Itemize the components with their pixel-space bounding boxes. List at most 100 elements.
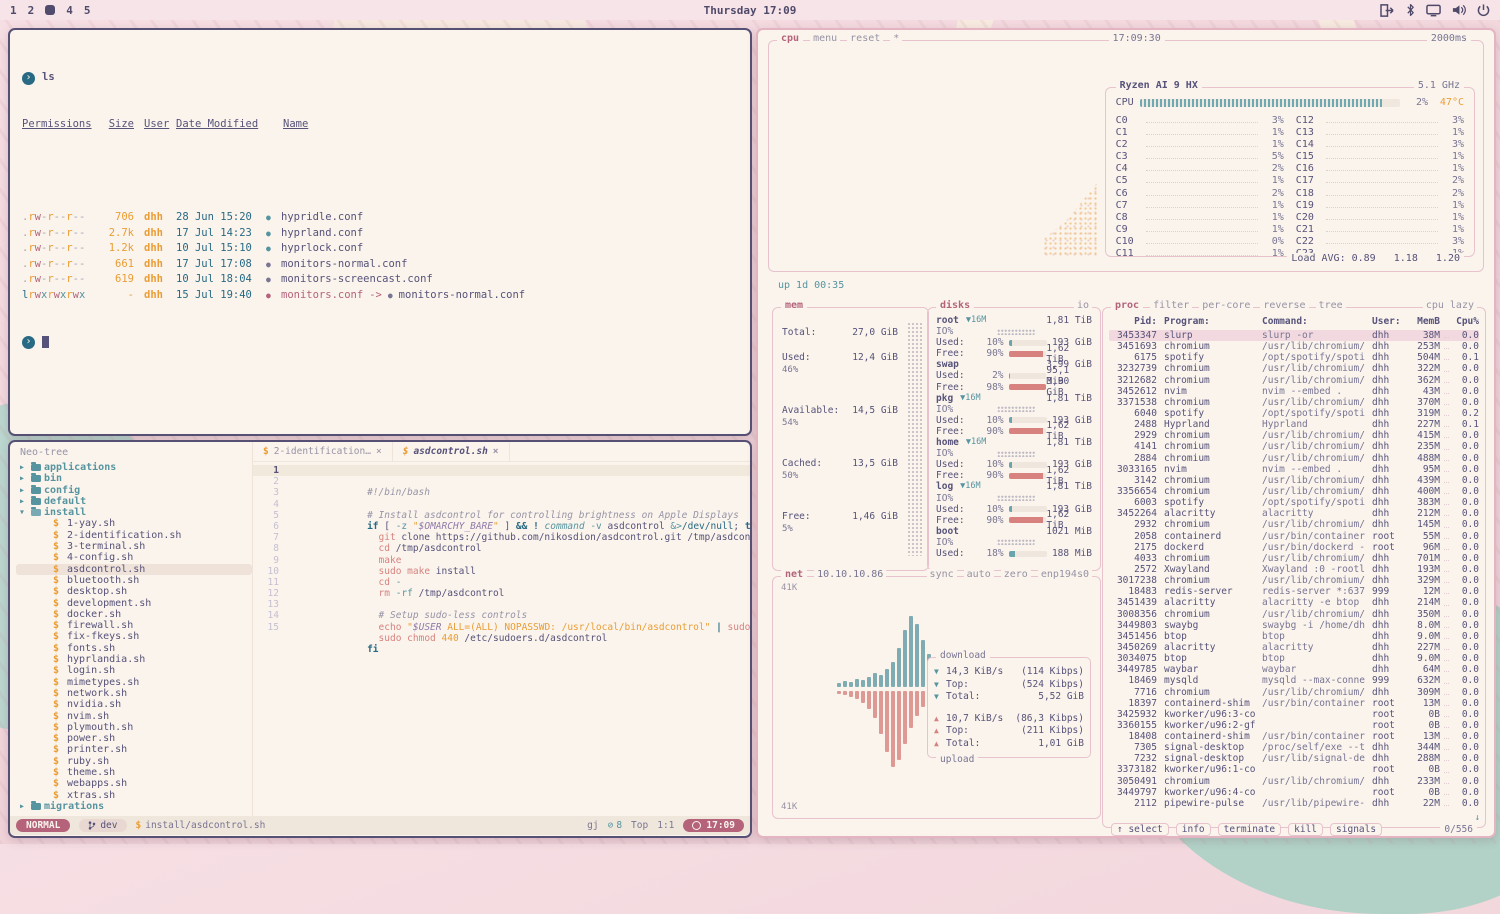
- process-row[interactable]: 3008356 chromium /usr/lib/chromium/ dhh …: [1109, 609, 1479, 620]
- terminal-window[interactable]: › ls Permissions Size User Date Modified…: [8, 28, 752, 436]
- tree-item[interactable]: $ asdcontrol.sh: [16, 564, 252, 575]
- bluetooth-icon[interactable]: [1406, 3, 1415, 17]
- cpu-option-button[interactable]: *: [890, 33, 902, 44]
- process-row[interactable]: 3373182 kworker/u96:1-co root 0B 0.0: [1109, 764, 1479, 775]
- editor-tab[interactable]: $ 2-identification… ×: [253, 442, 393, 461]
- col-header-user[interactable]: User:: [1372, 316, 1404, 330]
- tree-item[interactable]: $ fix-fkeys.sh: [16, 631, 252, 642]
- process-row[interactable]: 7305 signal-desktop /proc/self/exe --t d…: [1109, 742, 1479, 753]
- tree-item[interactable]: $ docker.sh: [16, 609, 252, 620]
- tree-item[interactable]: $ bluetooth.sh: [16, 575, 252, 586]
- process-row[interactable]: 4141 chromium /usr/lib/chromium/ dhh 235…: [1109, 441, 1479, 452]
- process-row[interactable]: 3451693 chromium /usr/lib/chromium/ dhh …: [1109, 341, 1479, 352]
- process-row[interactable]: 3212682 chromium /usr/lib/chromium/ dhh …: [1109, 375, 1479, 386]
- process-action-button[interactable]: terminate: [1218, 823, 1281, 836]
- code-buffer[interactable]: 1 #!/bin/bash 2 3: [253, 462, 750, 816]
- process-row[interactable]: 3449785 waybar waybar dhh 64M 0.0: [1109, 664, 1479, 675]
- process-row[interactable]: 2929 chromium /usr/lib/chromium/ dhh 415…: [1109, 430, 1479, 441]
- process-row[interactable]: 3451439 alacritty alacritty -e btop dhh …: [1109, 597, 1479, 608]
- process-row[interactable]: 2884 chromium /usr/lib/chromium/ dhh 488…: [1109, 453, 1479, 464]
- tree-item[interactable]: $ nvim.sh: [16, 711, 252, 722]
- process-row[interactable]: 3050491 chromium /usr/lib/chromium/ dhh …: [1109, 776, 1479, 787]
- tree-item[interactable]: ▶ bin: [16, 473, 252, 484]
- disks-io-toggle[interactable]: io: [1074, 300, 1092, 311]
- network-option-button[interactable]: auto: [964, 569, 994, 580]
- workspace-button[interactable]: 5: [84, 4, 91, 17]
- process-row[interactable]: 2175 dockerd /usr/bin/dockerd - root 96M…: [1109, 542, 1479, 553]
- process-action-button[interactable]: ↑ select: [1111, 823, 1169, 836]
- network-option-button[interactable]: enp194s0: [1038, 569, 1092, 580]
- tree-item[interactable]: $ theme.sh: [16, 767, 252, 778]
- col-header-cpu[interactable]: Cpu%: [1453, 316, 1479, 330]
- process-row[interactable]: 3451456 btop btop dhh 9.0M 0.0: [1109, 631, 1479, 642]
- tree-item[interactable]: ▶ config: [16, 485, 252, 496]
- display-icon[interactable]: [1426, 4, 1441, 17]
- cpu-option-button[interactable]: reset: [847, 33, 883, 44]
- process-row[interactable]: 6003 spotify /opt/spotify/spoti dhh 383M…: [1109, 497, 1479, 508]
- process-row[interactable]: 3449803 swaybg swaybg -i /home/dh dhh 8.…: [1109, 620, 1479, 631]
- tree-item[interactable]: $ login.sh: [16, 665, 252, 676]
- tree-item[interactable]: $ fonts.sh: [16, 643, 252, 654]
- cpu-option-button[interactable]: menu: [810, 33, 840, 44]
- tree-item[interactable]: $ firewall.sh: [16, 620, 252, 631]
- process-row[interactable]: 3452264 alacritty alacritty dhh 212M 0.0: [1109, 508, 1479, 519]
- col-header-command[interactable]: Command:: [1262, 316, 1372, 330]
- process-row[interactable]: 7716 chromium /usr/lib/chromium/ dhh 309…: [1109, 687, 1479, 698]
- workspace-button[interactable]: 1: [10, 4, 17, 17]
- process-action-button[interactable]: info: [1176, 823, 1211, 836]
- tree-expander-icon[interactable]: ▼: [20, 507, 31, 518]
- tree-item[interactable]: $ nvidia.sh: [16, 699, 252, 710]
- process-row[interactable]: 3449797 kworker/u96:4-co root 0B 0.0: [1109, 787, 1479, 798]
- network-option-button[interactable]: sync: [927, 569, 957, 580]
- process-row[interactable]: 3033165 nvim nvim --embed . dhh 95M 0.0: [1109, 464, 1479, 475]
- workspace-button[interactable]: 2: [28, 4, 35, 17]
- process-row[interactable]: 18408 containerd-shim /usr/bin/container…: [1109, 731, 1479, 742]
- tree-item[interactable]: $ 1-yay.sh: [16, 518, 252, 529]
- process-option-button[interactable]: tree: [1316, 300, 1346, 311]
- neovim-window[interactable]: Neo-tree ▶ applications ▶ bin ▶: [8, 440, 752, 838]
- process-row[interactable]: 3453347 slurp slurp -or dhh 38M 0.0: [1109, 330, 1479, 341]
- tree-item[interactable]: ▶ migrations: [16, 801, 252, 812]
- process-row[interactable]: 18397 containerd-shim /usr/bin/container…: [1109, 698, 1479, 709]
- process-row[interactable]: 7232 signal-desktop /usr/lib/signal-de d…: [1109, 753, 1479, 764]
- tree-item[interactable]: $ power.sh: [16, 733, 252, 744]
- tab-close-icon[interactable]: ×: [376, 446, 382, 457]
- process-row[interactable]: 3360155 kworker/u96:2-gf root 0B 0.0: [1109, 720, 1479, 731]
- tree-item[interactable]: ▼ install: [16, 507, 252, 518]
- tree-item[interactable]: $ network.sh: [16, 688, 252, 699]
- process-row[interactable]: 2572 Xwayland Xwayland :0 -rootl dhh 193…: [1109, 564, 1479, 575]
- tree-item[interactable]: $ xtras.sh: [16, 790, 252, 801]
- process-row[interactable]: 6175 spotify /opt/spotify/spoti dhh 504M…: [1109, 352, 1479, 363]
- process-row[interactable]: 3356654 chromium /usr/lib/chromium/ dhh …: [1109, 486, 1479, 497]
- tree-item[interactable]: $ hyprlandia.sh: [16, 654, 252, 665]
- workspace-button[interactable]: 4: [66, 4, 73, 17]
- tree-item[interactable]: $ 2-identification.sh: [16, 530, 252, 541]
- editor-tab[interactable]: $ asdcontrol.sh ×: [393, 442, 510, 461]
- process-row[interactable]: 2112 pipewire-pulse /usr/lib/pipewire- d…: [1109, 798, 1479, 809]
- network-option-button[interactable]: zero: [1001, 569, 1031, 580]
- tree-item[interactable]: $ 3-terminal.sh: [16, 541, 252, 552]
- scroll-down-icon[interactable]: ↓: [1475, 813, 1480, 823]
- process-row[interactable]: 3371538 chromium /usr/lib/chromium/ dhh …: [1109, 397, 1479, 408]
- tree-expander-icon[interactable]: ▶: [20, 801, 31, 812]
- tree-item[interactable]: $ development.sh: [16, 598, 252, 609]
- process-row[interactable]: 3142 chromium /usr/lib/chromium/ dhh 439…: [1109, 475, 1479, 486]
- process-action-button[interactable]: signals: [1330, 823, 1382, 836]
- process-row[interactable]: 6040 spotify /opt/spotify/spoti dhh 319M…: [1109, 408, 1479, 419]
- process-row[interactable]: 4033 chromium /usr/lib/chromium/ dhh 701…: [1109, 553, 1479, 564]
- tree-expander-icon[interactable]: ▶: [20, 462, 31, 473]
- process-row[interactable]: 3017238 chromium /usr/lib/chromium/ dhh …: [1109, 575, 1479, 586]
- process-option-button[interactable]: per-core: [1199, 300, 1253, 311]
- process-row[interactable]: 3425932 kworker/u96:3-co root 0B 0.0: [1109, 709, 1479, 720]
- tree-item[interactable]: $ ruby.sh: [16, 756, 252, 767]
- col-header-pid[interactable]: Pid:: [1109, 316, 1164, 330]
- process-row[interactable]: 2488 Hyprland Hyprland dhh 227M 0.1: [1109, 419, 1479, 430]
- process-row[interactable]: 3034075 btop btop dhh 9.0M 0.0: [1109, 653, 1479, 664]
- process-option-button[interactable]: reverse: [1260, 300, 1308, 311]
- process-row[interactable]: 2932 chromium /usr/lib/chromium/ dhh 145…: [1109, 519, 1479, 530]
- tree-item[interactable]: ▶ applications: [16, 462, 252, 473]
- process-row[interactable]: 3232739 chromium /usr/lib/chromium/ dhh …: [1109, 363, 1479, 374]
- logout-icon[interactable]: [1380, 4, 1395, 17]
- tree-item[interactable]: $ desktop.sh: [16, 586, 252, 597]
- btop-window[interactable]: cpu menureset* 17:09:30 2000ms Ryzen AI …: [756, 28, 1496, 838]
